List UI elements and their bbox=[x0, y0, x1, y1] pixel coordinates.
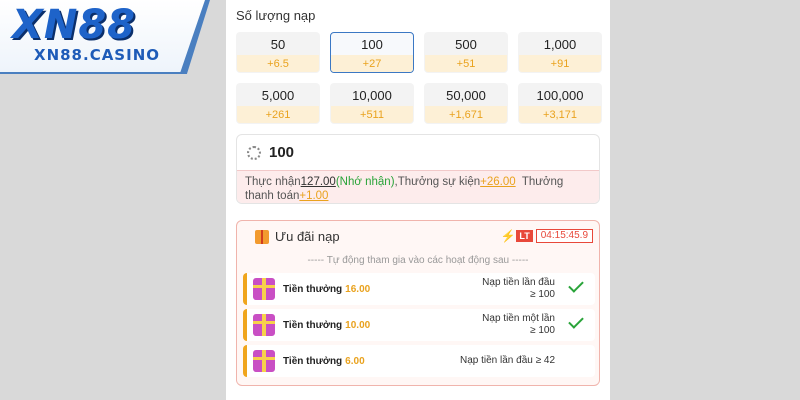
amount-input[interactable]: 100 bbox=[237, 135, 599, 170]
limited-time-badge: ⚡ LT 04:15:45.9 bbox=[500, 229, 593, 243]
deposit-amount-title: Số lượng nạp bbox=[236, 8, 316, 23]
gift-box-icon bbox=[253, 278, 275, 300]
amount-bonus: +261 bbox=[237, 106, 319, 123]
amount-input-value: 100 bbox=[269, 144, 295, 161]
amount-option-5000[interactable]: 5,000 +261 bbox=[236, 83, 320, 124]
receive-value: 127.00 bbox=[300, 176, 336, 188]
deposit-summary: Thực nhận127.00(Nhớ nhận),Thưởng sự kiện… bbox=[237, 170, 599, 203]
remember-claim-link[interactable]: (Nhớ nhận) bbox=[336, 176, 395, 188]
amount-bonus: +91 bbox=[519, 55, 601, 72]
promo-condition: Nạp tiền lần đầu ≥ 42 bbox=[460, 355, 555, 367]
bonus-label: Tiền thưởng bbox=[283, 355, 343, 367]
amount-value: 100,000 bbox=[536, 87, 584, 103]
promo-header: Ưu đãi nạp bbox=[255, 229, 340, 244]
gift-box-icon bbox=[253, 350, 275, 372]
amount-value: 500 bbox=[455, 36, 477, 52]
amount-bonus: +6.5 bbox=[237, 55, 319, 72]
deposit-panel: Số lượng nạp 50 +6.5 100 +27 500 +51 1,0… bbox=[226, 0, 610, 400]
amount-bonus: +511 bbox=[331, 106, 413, 123]
amount-option-50000[interactable]: 50,000 +1,671 bbox=[424, 83, 508, 124]
amount-option-10000[interactable]: 10,000 +511 bbox=[330, 83, 414, 124]
lt-label: LT bbox=[516, 230, 533, 242]
lightning-icon: ⚡ bbox=[500, 229, 516, 243]
brand-logo-subtitle: XN88.CASINO bbox=[34, 46, 160, 64]
gift-box-icon bbox=[253, 314, 275, 336]
condition-line: Nạp tiền lần đầu bbox=[482, 277, 555, 288]
condition-threshold: ≥ 100 bbox=[530, 325, 555, 336]
bonus-amount: 10.00 bbox=[345, 319, 371, 331]
promo-list: Tiền thưởng 16.00 Nạp tiền lần đầu ≥ 100… bbox=[243, 273, 595, 381]
event-bonus-label: ,Thưởng sự kiện bbox=[394, 176, 481, 188]
promo-title: Ưu đãi nạp bbox=[275, 229, 340, 244]
bonus-amount: 6.00 bbox=[345, 355, 365, 367]
check-icon bbox=[568, 277, 584, 293]
logo-panel: XN88 XN88.CASINO bbox=[0, 0, 205, 72]
amount-option-500[interactable]: 500 +51 bbox=[424, 32, 508, 73]
bonus-amount: 16.00 bbox=[345, 283, 371, 295]
bonus-label: Tiền thưởng bbox=[283, 319, 343, 331]
promo-subtitle: ----- Tự động tham gia vào các hoạt động… bbox=[307, 255, 529, 266]
condition-line: Nạp tiền lần đầu ≥ 42 bbox=[460, 355, 555, 366]
amount-input-box: 100 Thực nhận127.00(Nhớ nhận),Thưởng sự … bbox=[236, 134, 600, 204]
amount-value: 100 bbox=[361, 36, 383, 52]
amount-grid: 50 +6.5 100 +27 500 +51 1,000 +91 5,000 … bbox=[236, 32, 602, 124]
bonus-label: Tiền thưởng bbox=[283, 283, 343, 295]
event-bonus-value: +26.00 bbox=[480, 176, 516, 188]
amount-bonus: +51 bbox=[425, 55, 507, 72]
amount-value: 50,000 bbox=[446, 87, 486, 103]
condition-threshold: ≥ 100 bbox=[530, 289, 555, 300]
amount-bonus: +1,671 bbox=[425, 106, 507, 123]
promo-row[interactable]: Tiền thưởng 16.00 Nạp tiền lần đầu ≥ 100 bbox=[243, 273, 595, 305]
amount-option-100000[interactable]: 100,000 +3,171 bbox=[518, 83, 602, 124]
promo-row[interactable]: Tiền thưởng 6.00 Nạp tiền lần đầu ≥ 42 bbox=[243, 345, 595, 377]
promo-condition: Nạp tiền lần đầu ≥ 100 bbox=[482, 277, 555, 301]
promo-condition: Nạp tiền một lần ≥ 100 bbox=[482, 313, 555, 337]
gift-icon bbox=[255, 229, 269, 244]
amount-value: 10,000 bbox=[352, 87, 392, 103]
promo-row[interactable]: Tiền thưởng 10.00 Nạp tiền một lần ≥ 100 bbox=[243, 309, 595, 341]
countdown-timer: 04:15:45.9 bbox=[535, 229, 593, 243]
payment-bonus-value: +1.00 bbox=[299, 190, 329, 202]
deposit-promo-panel: Ưu đãi nạp ⚡ LT 04:15:45.9 ----- Tự động… bbox=[236, 220, 600, 386]
amount-option-1000[interactable]: 1,000 +91 bbox=[518, 32, 602, 73]
condition-line: Nạp tiền một lần bbox=[482, 313, 555, 324]
receive-label: Thực nhận bbox=[245, 176, 301, 188]
amount-option-100[interactable]: 100 +27 bbox=[330, 32, 414, 73]
amount-value: 50 bbox=[270, 36, 286, 52]
amount-option-50[interactable]: 50 +6.5 bbox=[236, 32, 320, 73]
amount-bonus: +3,171 bbox=[519, 106, 601, 123]
coin-icon bbox=[247, 145, 261, 160]
amount-value: 5,000 bbox=[261, 87, 295, 103]
amount-value: 1,000 bbox=[543, 36, 577, 52]
check-icon bbox=[568, 313, 584, 329]
brand-logo: XN88 bbox=[12, 2, 136, 48]
amount-bonus: +27 bbox=[331, 55, 413, 72]
